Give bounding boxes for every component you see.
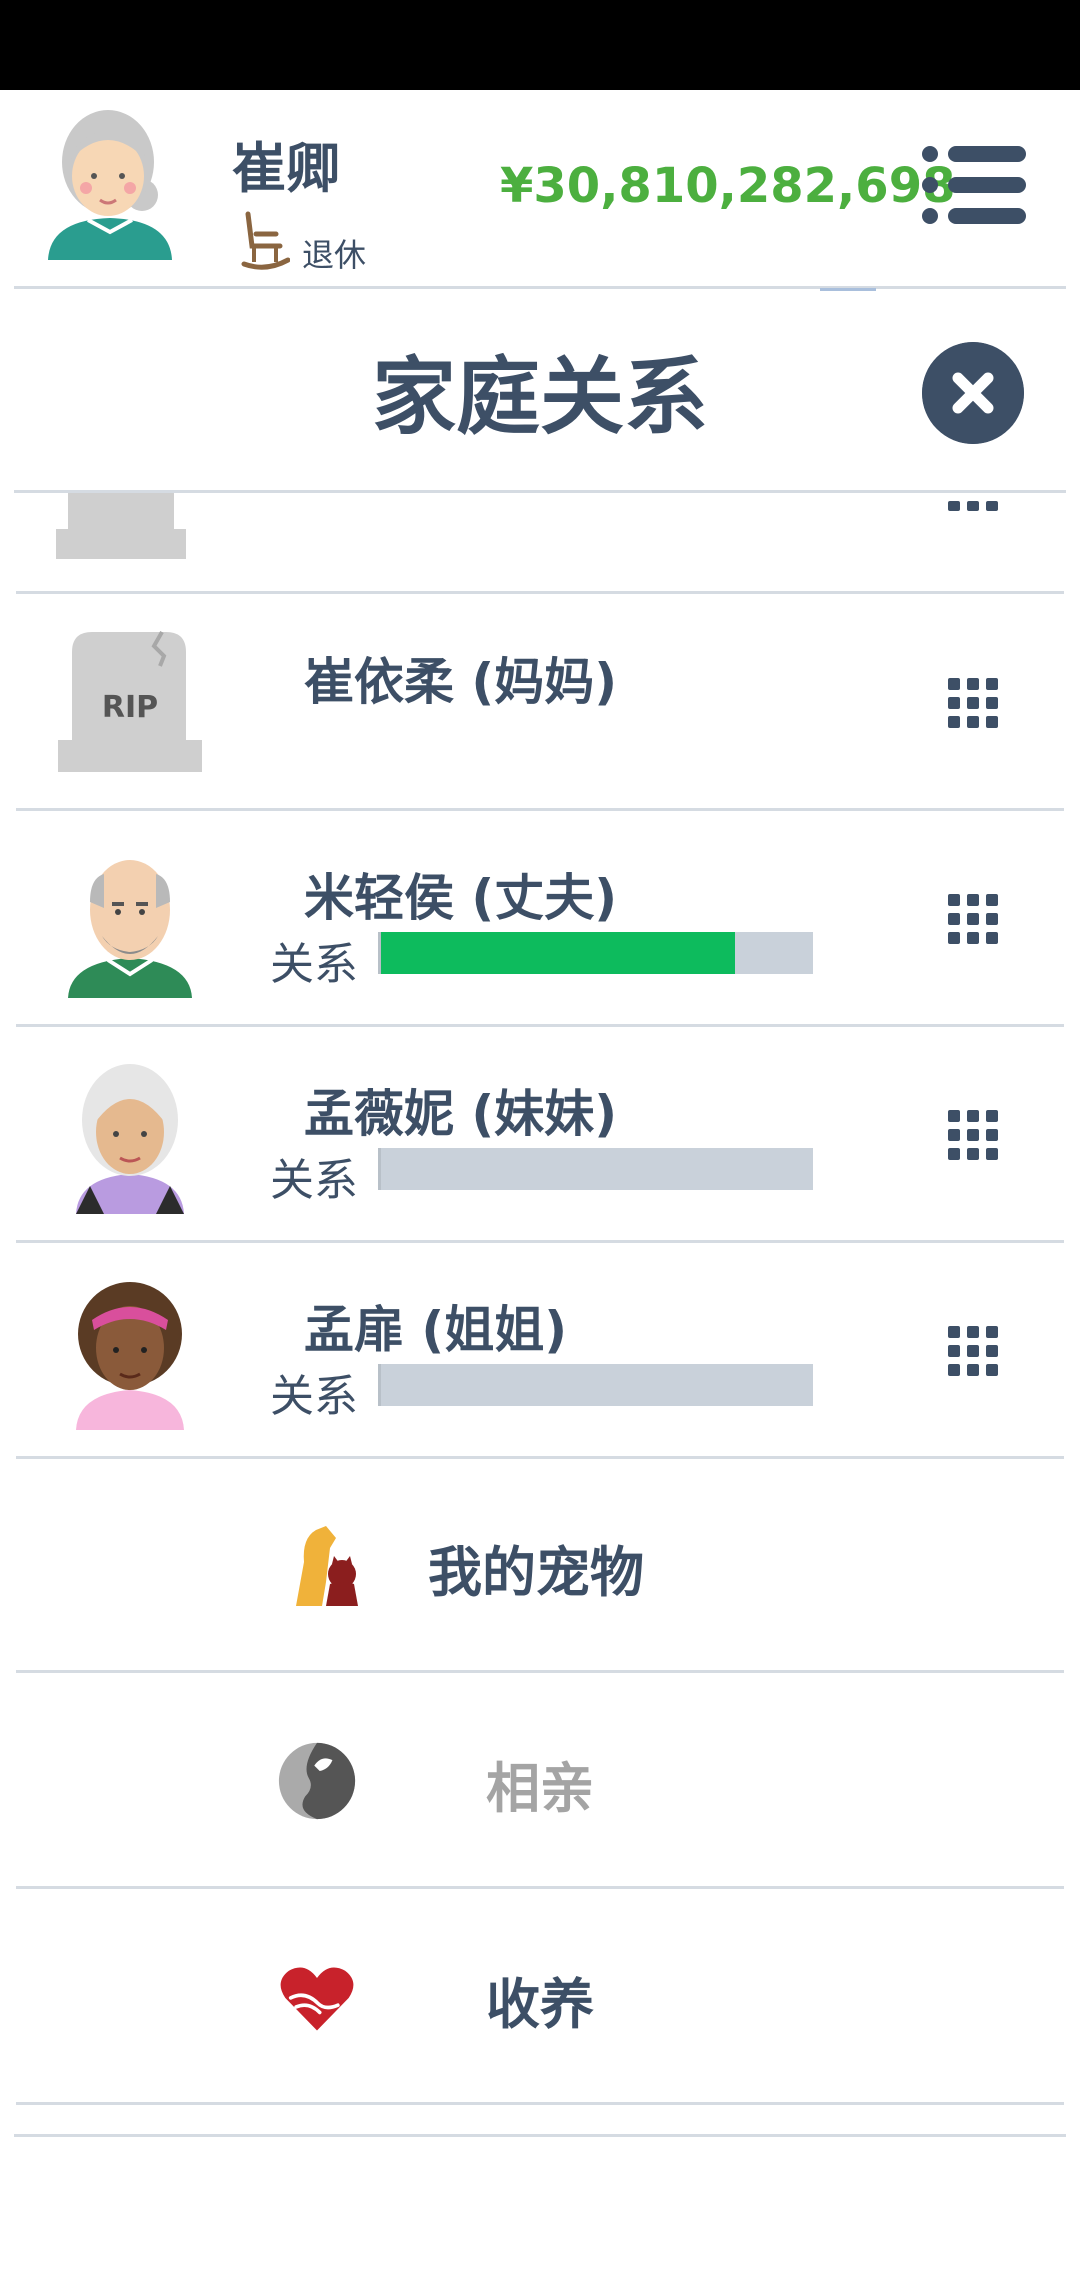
character-name: 崔卿 <box>232 137 340 200</box>
relationship-bar <box>378 1364 813 1406</box>
pets-label: 我的宠物 <box>428 1541 644 1604</box>
relationship-label: 关系 <box>270 1371 358 1422</box>
grid-menu-icon[interactable] <box>948 1110 998 1160</box>
dating-menu-item[interactable]: 相亲 <box>16 1674 1064 1889</box>
relationship-bar <box>378 932 813 974</box>
dating-label: 相亲 <box>486 1757 594 1820</box>
pets-menu-item[interactable]: 我的宠物 <box>16 1458 1064 1673</box>
family-row[interactable]: 孟扉 (姐姐) 关系 <box>16 1242 1064 1459</box>
money-balance: ¥30,810,282,698 <box>500 158 956 214</box>
family-member-name: 米轻侯 (丈夫) <box>304 869 618 927</box>
relationship-bar <box>378 1148 813 1190</box>
relationship-bar-fill <box>381 932 736 974</box>
rocking-chair-icon <box>241 211 290 270</box>
relationship-label: 关系 <box>270 1155 358 1206</box>
grid-menu-icon[interactable] <box>948 678 998 728</box>
life-status: 退休 <box>302 236 367 274</box>
list-menu-icon <box>922 146 1026 224</box>
sister-avatar <box>76 1282 184 1430</box>
tombstone-icon <box>56 493 186 559</box>
menu-button[interactable] <box>920 142 1030 228</box>
family-row[interactable]: 孟薇妮 (妹妹) 关系 <box>16 1026 1064 1243</box>
pets-icon <box>296 1526 358 1606</box>
character-avatar <box>48 110 172 260</box>
family-row[interactable]: 米轻侯 (丈夫) 关系 <box>16 810 1064 1027</box>
dialog-title: 家庭关系 <box>371 348 708 446</box>
family-member-name: 崔依柔 (妈妈) <box>304 653 618 711</box>
close-button[interactable] <box>922 342 1024 444</box>
dating-icon <box>278 1742 356 1820</box>
bottom-divider <box>14 2134 1066 2137</box>
family-row[interactable]: RIP 崔依柔 (妈妈) <box>16 594 1064 811</box>
header-accent-line <box>820 288 876 291</box>
header-divider <box>14 286 1066 289</box>
husband-avatar <box>68 860 192 998</box>
grid-menu-icon[interactable] <box>948 1326 998 1376</box>
status-bar <box>0 0 1080 90</box>
relationship-label: 关系 <box>270 939 358 990</box>
family-member-name: 孟薇妮 (妹妹) <box>304 1085 618 1143</box>
adoption-icon <box>280 1967 354 2031</box>
sister-avatar <box>76 1064 184 1214</box>
family-row-partial <box>16 493 1064 594</box>
family-member-name: 孟扉 (姐姐) <box>304 1301 568 1359</box>
grid-menu-icon[interactable] <box>948 894 998 944</box>
adoption-menu-item[interactable]: 收养 <box>16 1890 1064 2105</box>
adoption-label: 收养 <box>486 1973 594 2036</box>
more-icon[interactable] <box>948 499 998 513</box>
tombstone-text: RIP <box>101 690 159 725</box>
